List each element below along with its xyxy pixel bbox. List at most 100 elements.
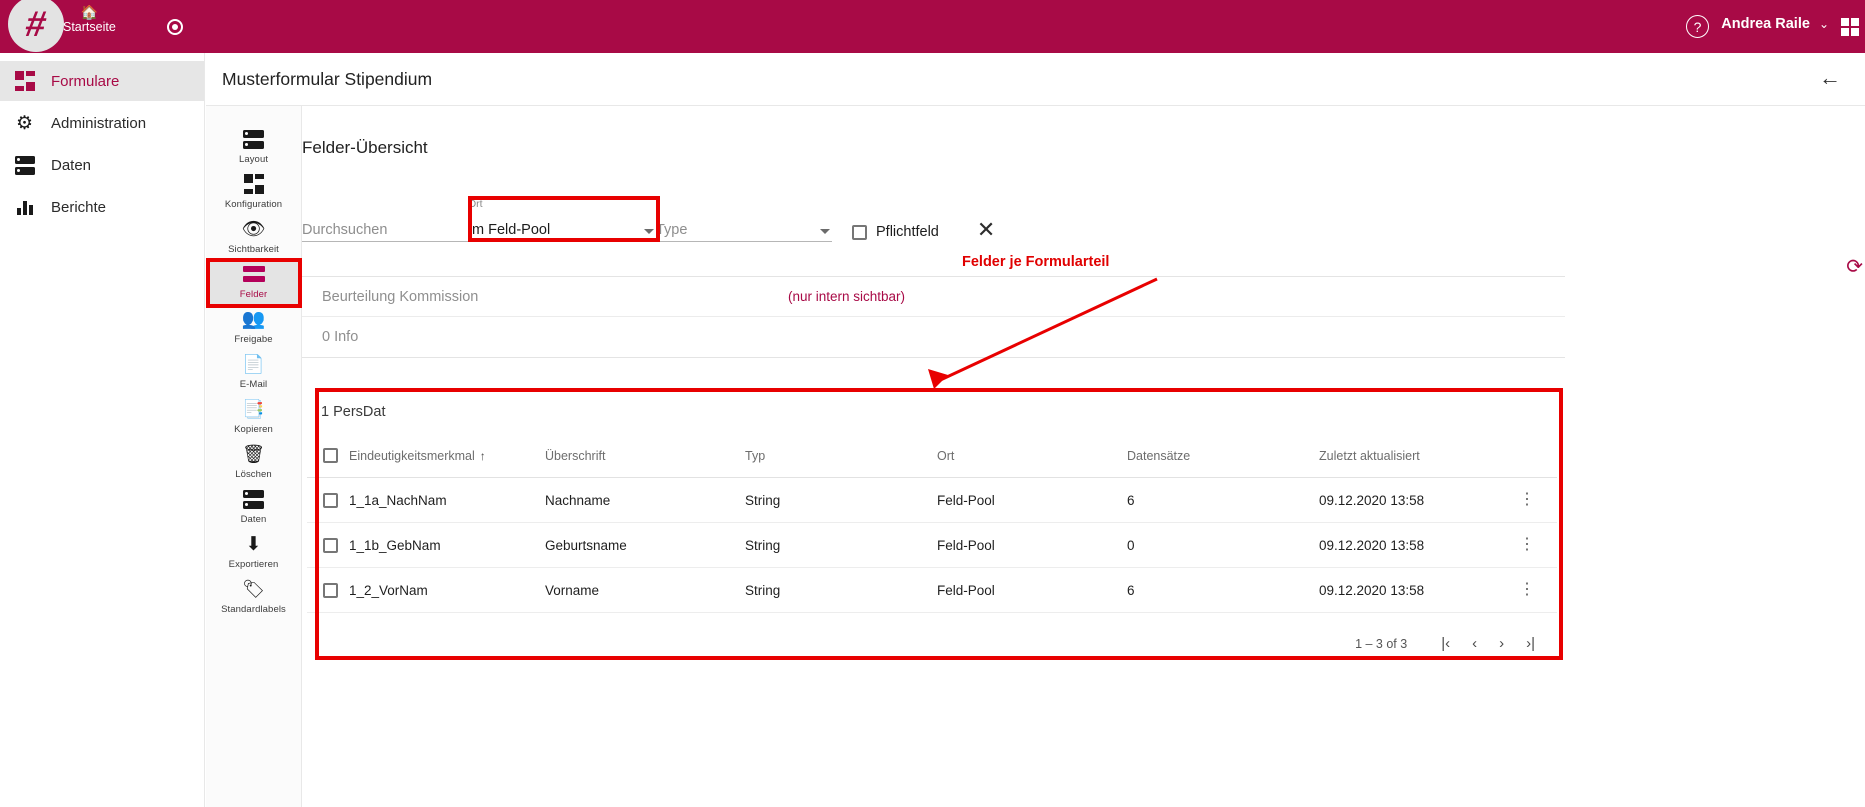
checkbox-box bbox=[852, 224, 867, 240]
cell-uid: 1_1b_GebNam bbox=[349, 522, 545, 568]
apps-cell bbox=[1841, 28, 1849, 36]
rail-item-kopieren[interactable]: 📑 Kopieren bbox=[206, 394, 301, 439]
column-header-eindeutigkeitsmerkmal[interactable]: Eindeutigkeitsmerkmal ↑ bbox=[349, 442, 545, 478]
rail-item-loeschen[interactable]: 🗑 Löschen bbox=[206, 439, 301, 484]
first-page-button[interactable]: |‹ bbox=[1441, 635, 1450, 652]
annotation-label: Felder je Formularteil bbox=[962, 254, 1110, 270]
next-page-button[interactable]: › bbox=[1499, 635, 1504, 652]
top-header-bar: # 🏠 Startseite ? Andrea Raile ⌄ bbox=[0, 0, 1865, 53]
rail-item-sichtbarkeit[interactable]: 👁 Sichtbarkeit bbox=[206, 214, 301, 259]
prev-page-button[interactable]: ‹ bbox=[1472, 635, 1477, 652]
column-label: Ort bbox=[937, 448, 955, 463]
sidebar-item-formulare[interactable]: Formulare bbox=[0, 61, 204, 101]
ort-select[interactable]: Ort Im Feld-Pool bbox=[468, 198, 656, 242]
cell-uid: 1_2_VorNam bbox=[349, 567, 545, 613]
server-icon bbox=[243, 487, 264, 511]
page-header: Musterformular Stipendium ← bbox=[206, 53, 1865, 106]
table-row[interactable]: 1_2_VorNam Vorname String Feld-Pool 6 09… bbox=[307, 567, 1557, 613]
table-row[interactable]: 1_1a_NachNam Nachname String Feld-Pool 6… bbox=[307, 477, 1557, 523]
download-icon: ⬇ bbox=[245, 533, 262, 555]
fields-table: Eindeutigkeitsmerkmal ↑ Überschrift Typ O… bbox=[307, 442, 1557, 613]
trash-icon: 🗑 bbox=[242, 444, 265, 464]
cell-ueberschrift: Nachname bbox=[545, 477, 745, 523]
row-checkbox[interactable] bbox=[323, 582, 338, 598]
column-header-typ[interactable]: Typ bbox=[745, 442, 937, 478]
cell-datensaetze: 6 bbox=[1127, 567, 1319, 613]
rail-item-email[interactable]: 📄 E-Mail bbox=[206, 349, 301, 394]
table-row[interactable]: 1_1b_GebNam Geburtsname String Feld-Pool… bbox=[307, 522, 1557, 568]
sidebar-item-berichte[interactable]: Berichte bbox=[0, 187, 204, 227]
tag-icon: 🏷 bbox=[242, 579, 265, 599]
cell-typ: String bbox=[745, 522, 937, 568]
section-note: (nur intern sichtbar) bbox=[788, 289, 906, 304]
column-header-actions bbox=[1519, 442, 1557, 478]
gear-icon: ⚙ bbox=[15, 112, 34, 134]
apps-grid-icon[interactable] bbox=[1841, 18, 1859, 36]
sidebar-label: Daten bbox=[51, 156, 92, 174]
rail-item-felder[interactable]: Felder bbox=[206, 259, 301, 304]
record-icon[interactable] bbox=[167, 19, 183, 35]
contact-card-icon: 📄 bbox=[242, 354, 265, 374]
table-header-row: Eindeutigkeitsmerkmal ↑ Überschrift Typ O… bbox=[307, 442, 1557, 478]
paginator-range: 1 – 3 of 3 bbox=[1355, 636, 1408, 651]
user-name: Andrea Raile bbox=[1721, 16, 1810, 32]
more-vert-icon[interactable]: ⋮ bbox=[1519, 581, 1535, 598]
sidebar-item-administration[interactable]: ⚙ Administration bbox=[0, 103, 204, 143]
row-select-cell[interactable] bbox=[307, 477, 349, 523]
bar-chart-icon bbox=[14, 197, 35, 218]
last-page-button[interactable]: ›| bbox=[1526, 635, 1535, 652]
server-icon bbox=[14, 155, 35, 176]
layout-icon bbox=[243, 127, 264, 151]
row-menu-cell[interactable]: ⋮ bbox=[1519, 477, 1557, 523]
cell-aktualisiert: 09.12.2020 13:58 bbox=[1319, 567, 1519, 613]
rail-label: Freigabe bbox=[234, 334, 273, 345]
search-placeholder: Durchsuchen bbox=[302, 222, 388, 238]
pflichtfeld-checkbox[interactable]: Pflichtfeld bbox=[852, 224, 939, 240]
cell-ort: Feld-Pool bbox=[937, 477, 1127, 523]
rail-item-daten[interactable]: Daten bbox=[206, 484, 301, 529]
rail-item-standardlabels[interactable]: 🏷 Standardlabels bbox=[206, 574, 301, 619]
chevron-down-icon bbox=[820, 229, 830, 234]
column-header-zuletzt-aktualisiert[interactable]: Zuletzt aktualisiert bbox=[1319, 442, 1519, 478]
cell-datensaetze: 0 bbox=[1127, 522, 1319, 568]
search-input[interactable]: Durchsuchen bbox=[302, 212, 468, 242]
arrow-left-icon[interactable]: ← bbox=[1819, 67, 1841, 89]
logo-circle: # bbox=[8, 0, 64, 52]
type-select[interactable]: Type bbox=[656, 212, 832, 242]
rail-item-exportieren[interactable]: ⬇ Exportieren bbox=[206, 529, 301, 574]
column-header-ueberschrift[interactable]: Überschrift bbox=[545, 442, 745, 478]
help-icon[interactable]: ? bbox=[1686, 15, 1709, 38]
record-dot bbox=[172, 24, 178, 30]
home-button[interactable]: 🏠 Startseite bbox=[63, 5, 116, 34]
column-header-datensaetze[interactable]: Datensätze bbox=[1127, 442, 1319, 478]
sidebar-label: Formulare bbox=[51, 72, 120, 90]
close-icon[interactable]: ✕ bbox=[977, 219, 995, 241]
chevron-down-icon: ⌄ bbox=[1818, 17, 1829, 31]
section-row-beurteilung[interactable]: Beurteilung Kommission (nur intern sicht… bbox=[302, 277, 1565, 317]
section-row-info[interactable]: 0 Info bbox=[302, 317, 1565, 357]
rail-label: E-Mail bbox=[239, 379, 268, 390]
rail-item-layout[interactable]: Layout bbox=[206, 124, 301, 169]
configuration-icon bbox=[243, 172, 264, 196]
app-logo[interactable]: # bbox=[8, 0, 64, 52]
cell-typ: String bbox=[745, 567, 937, 613]
row-menu-cell[interactable]: ⋮ bbox=[1519, 522, 1557, 568]
row-checkbox[interactable] bbox=[323, 537, 338, 553]
row-select-cell[interactable] bbox=[307, 567, 349, 613]
apps-cell bbox=[1841, 18, 1849, 26]
row-menu-cell[interactable]: ⋮ bbox=[1519, 567, 1557, 613]
refresh-icon[interactable]: ⟳ bbox=[1846, 257, 1863, 277]
select-all-header[interactable] bbox=[307, 442, 349, 478]
column-header-ort[interactable]: Ort bbox=[937, 442, 1127, 478]
row-select-cell[interactable] bbox=[307, 522, 349, 568]
cell-typ: String bbox=[745, 477, 937, 523]
rail-item-freigabe[interactable]: 👥 Freigabe bbox=[206, 304, 301, 349]
sidebar-item-daten[interactable]: Daten bbox=[0, 145, 204, 185]
chevron-down-icon bbox=[644, 229, 654, 234]
more-vert-icon[interactable]: ⋮ bbox=[1519, 491, 1535, 508]
select-all-checkbox[interactable] bbox=[323, 448, 338, 463]
more-vert-icon[interactable]: ⋮ bbox=[1519, 536, 1535, 553]
row-checkbox[interactable] bbox=[323, 492, 338, 508]
rail-item-konfiguration[interactable]: Konfiguration bbox=[206, 169, 301, 214]
user-menu[interactable]: Andrea Raile ⌄ bbox=[1721, 16, 1829, 32]
